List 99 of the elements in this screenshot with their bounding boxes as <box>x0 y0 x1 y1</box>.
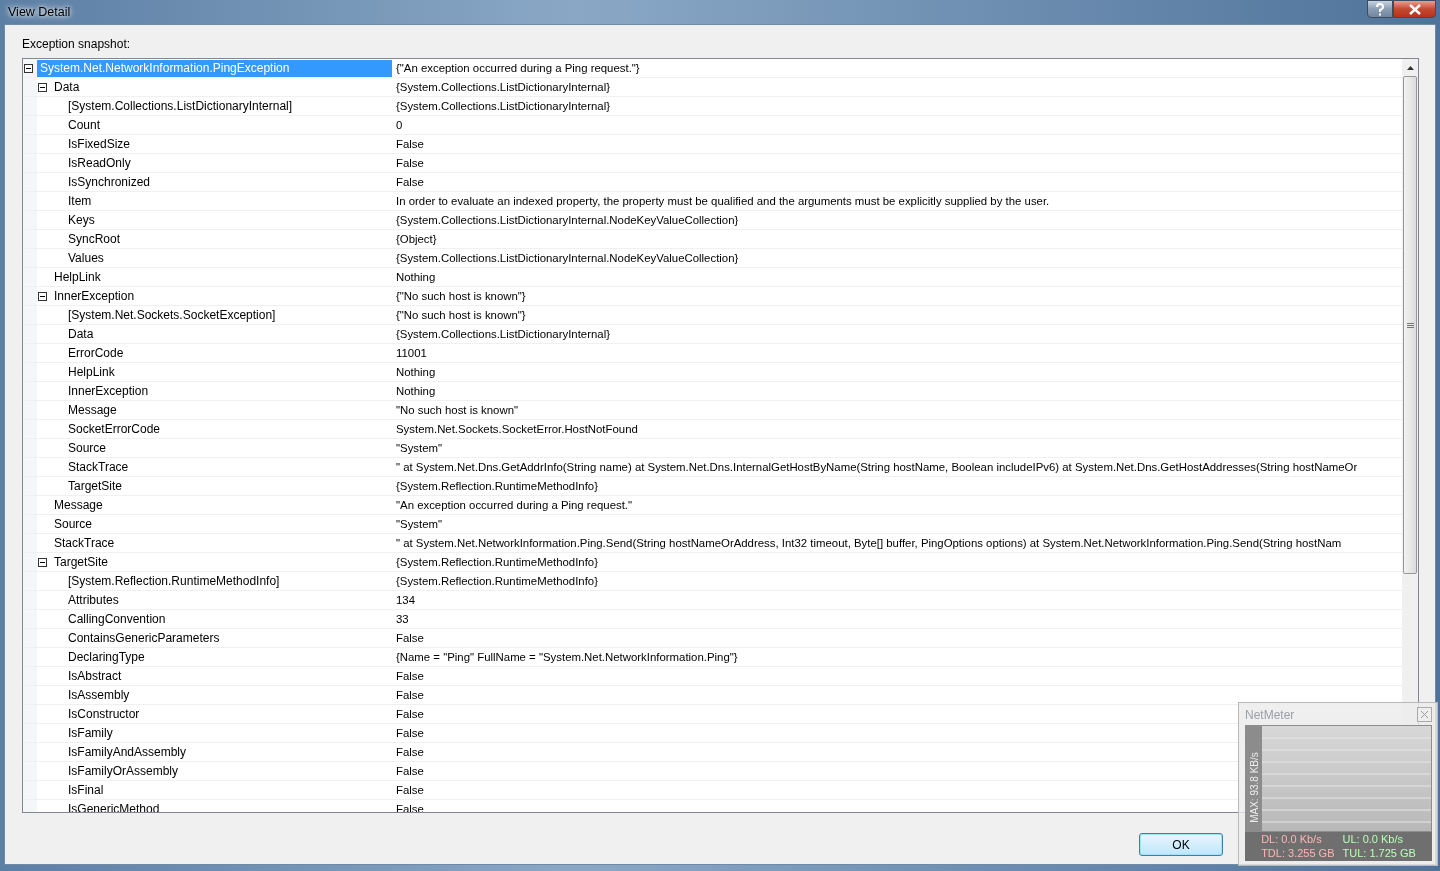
property-name[interactable]: StackTrace <box>51 534 118 552</box>
property-name[interactable]: IsAbstract <box>65 667 125 685</box>
property-value: {System.Reflection.RuntimeMethodInfo} <box>395 555 598 570</box>
property-value: False <box>395 707 424 722</box>
property-value: Nothing <box>395 365 436 380</box>
property-name[interactable]: IsSynchronized <box>65 173 154 191</box>
property-name[interactable]: IsConstructor <box>65 705 143 723</box>
property-value: " at System.Net.NetworkInformation.Ping.Send(String hostNameOrAddress, Int32 timeout, Byte[] buffer, PingOptions options) at System.Net.NetworkInformation.Ping.Send(String hostNam <box>395 536 1342 551</box>
property-value: {System.Collections.ListDictionaryInternal.NodeKeyValueCollection} <box>395 213 739 228</box>
property-value: In order to evaluate an indexed property, the property must be qualified and the arguments must be explicitly supplied by the user. <box>395 194 1050 209</box>
close-icon <box>1420 710 1429 719</box>
close-icon <box>1408 3 1421 15</box>
property-name[interactable]: SocketErrorCode <box>65 420 164 438</box>
property-value: " at System.Net.Dns.GetAddrInfo(String name) at System.Net.Dns.InternalGetHostByName(String hostName, Boolean includeIPv6) at System.Net.Dns.GetHostAddresses(String hostNameOr <box>395 460 1358 475</box>
property-name[interactable]: [System.Net.Sockets.SocketException] <box>65 306 279 324</box>
property-value: 134 <box>395 593 415 608</box>
property-name[interactable]: Source <box>65 439 110 457</box>
property-name[interactable]: IsGenericMethod <box>65 800 163 812</box>
property-value: {System.Collections.ListDictionaryInternal} <box>395 99 610 114</box>
property-value: System.Net.Sockets.SocketError.HostNotFound <box>395 422 638 437</box>
property-name[interactable]: InnerException <box>65 382 152 400</box>
property-name[interactable]: Count <box>65 116 104 134</box>
max-speed-label: MAX: 93.8 KB/s <box>1248 752 1260 823</box>
grip-icon <box>1406 321 1414 329</box>
property-value: False <box>395 175 424 190</box>
property-value: False <box>395 745 424 760</box>
property-name[interactable]: Message <box>65 401 120 419</box>
property-value: {Name = "Ping" FullName = "System.Net.NetworkInformation.Ping"} <box>395 650 738 665</box>
property-value: False <box>395 783 424 798</box>
download-speed: DL: 0.0 Kb/s <box>1261 832 1323 846</box>
total-upload: TUL: 1.725 GB <box>1342 846 1416 860</box>
property-value: "No such host is known" <box>395 403 519 418</box>
netmeter-title: NetMeter <box>1245 707 1295 722</box>
property-name[interactable]: Values <box>65 249 107 267</box>
property-name[interactable]: HelpLink <box>65 363 118 381</box>
up-arrow-icon <box>1406 65 1414 70</box>
property-value: {"No such host is known"} <box>395 308 526 323</box>
property-value: "An exception occurred during a Ping request." <box>395 498 633 513</box>
question-icon <box>1375 2 1385 16</box>
collapse-toggle[interactable] <box>38 557 47 567</box>
property-name[interactable]: ContainsGenericParameters <box>65 629 223 647</box>
property-name[interactable]: IsFixedSize <box>65 135 134 153</box>
property-value: {System.Reflection.RuntimeMethodInfo} <box>395 479 598 494</box>
property-value: False <box>395 156 424 171</box>
property-name[interactable]: Keys <box>65 211 98 229</box>
property-value: 11001 <box>395 346 427 361</box>
property-name[interactable]: InnerException <box>51 287 138 305</box>
property-name[interactable]: IsFamilyOrAssembly <box>65 762 181 780</box>
property-value: False <box>395 669 424 684</box>
property-value: False <box>395 726 424 741</box>
ok-button[interactable]: OK <box>1139 833 1223 856</box>
property-name[interactable]: ErrorCode <box>65 344 127 362</box>
window-title: View Detail <box>8 5 71 19</box>
property-name[interactable]: Item <box>65 192 95 210</box>
property-value: {System.Reflection.RuntimeMethodInfo} <box>395 574 598 589</box>
property-name[interactable]: IsAssembly <box>65 686 133 704</box>
property-value: "System" <box>395 441 443 456</box>
collapse-toggle[interactable] <box>24 63 33 73</box>
property-name[interactable]: StackTrace <box>65 458 132 476</box>
property-value: 0 <box>395 118 403 133</box>
property-value: {System.Collections.ListDictionaryInternal} <box>395 327 610 342</box>
property-name[interactable]: IsReadOnly <box>65 154 134 172</box>
property-name[interactable]: DeclaringType <box>65 648 148 666</box>
property-name[interactable]: SyncRoot <box>65 230 124 248</box>
upload-speed: UL: 0.0 Kb/s <box>1342 832 1405 846</box>
property-value: {"An exception occurred during a Ping request."} <box>395 61 640 76</box>
property-name[interactable]: CallingConvention <box>65 610 169 628</box>
property-name[interactable]: HelpLink <box>51 268 104 286</box>
property-name[interactable]: Data <box>65 325 97 343</box>
property-value: False <box>395 137 424 152</box>
property-value: Nothing <box>395 270 436 285</box>
total-download: TDL: 3.255 GB <box>1261 846 1335 860</box>
property-value: "System" <box>395 517 443 532</box>
property-name[interactable]: [System.Reflection.RuntimeMethodInfo] <box>65 572 283 590</box>
property-name[interactable]: [System.Collections.ListDictionaryInternal] <box>65 97 296 115</box>
property-name[interactable]: Data <box>51 78 83 96</box>
property-name[interactable]: IsFamily <box>65 724 116 742</box>
property-value: False <box>395 688 424 703</box>
property-name[interactable]: TargetSite <box>51 553 112 571</box>
property-value: False <box>395 631 424 646</box>
property-name[interactable]: Source <box>51 515 96 533</box>
property-value: {System.Collections.ListDictionaryInternal.NodeKeyValueCollection} <box>395 251 739 266</box>
property-value: False <box>395 764 424 779</box>
property-value: {System.Collections.ListDictionaryInternal} <box>395 80 610 95</box>
close-button[interactable] <box>1393 0 1436 18</box>
property-name[interactable]: IsFamilyAndAssembly <box>65 743 190 761</box>
property-value: {"No such host is known"} <box>395 289 526 304</box>
property-value: Nothing <box>395 384 436 399</box>
property-value: {Object} <box>395 232 437 247</box>
property-name[interactable]: TargetSite <box>65 477 126 495</box>
collapse-toggle[interactable] <box>38 291 47 301</box>
property-value: 33 <box>395 612 409 627</box>
property-name[interactable]: Message <box>51 496 106 514</box>
collapse-toggle[interactable] <box>38 82 47 92</box>
scroll-thumb[interactable] <box>1403 76 1417 574</box>
help-button[interactable] <box>1367 0 1393 18</box>
property-name[interactable]: Attributes <box>65 591 122 609</box>
snapshot-label: Exception snapshot: <box>22 37 132 51</box>
property-name[interactable]: IsFinal <box>65 781 107 799</box>
